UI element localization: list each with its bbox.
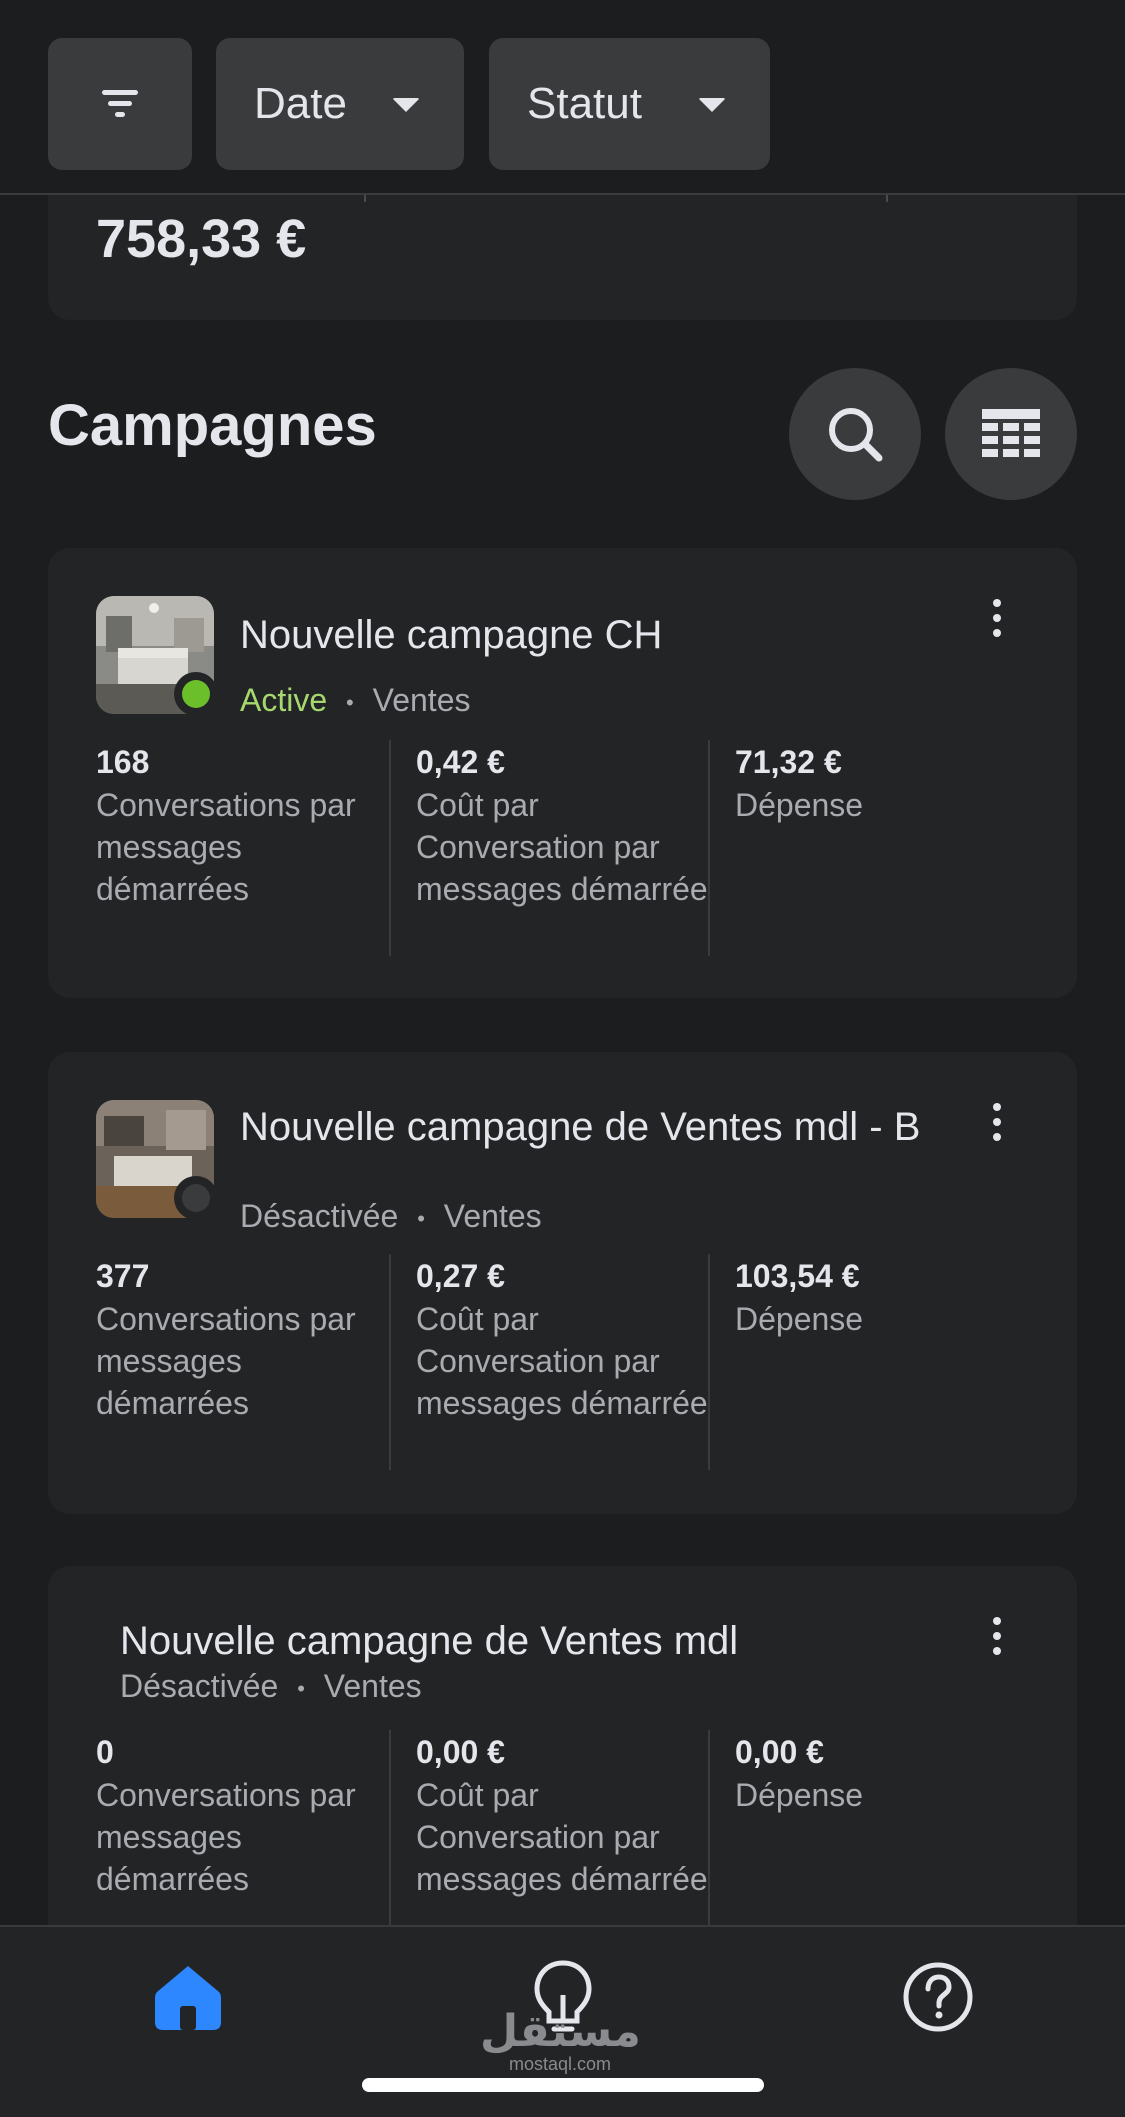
campaign-objective: Ventes xyxy=(372,682,471,718)
campaigns-screen: 758,33 € Date Statut Campagnes Nouvelle … xyxy=(0,0,1125,2117)
more-options-button[interactable] xyxy=(977,1606,1017,1666)
metric-divider xyxy=(708,1254,710,1470)
campaign-title[interactable]: Nouvelle campagne CH xyxy=(240,612,960,658)
more-options-button[interactable] xyxy=(977,1092,1017,1152)
summary-total-value: 758,33 € xyxy=(96,209,307,269)
metric-divider xyxy=(708,1730,710,1946)
campaign-title[interactable]: Nouvelle campagne de Ventes mdl xyxy=(120,1618,840,1664)
campaign-status: Active xyxy=(240,682,328,718)
chevron-down-icon xyxy=(392,98,420,112)
filter-bar: Date Statut xyxy=(0,0,1125,195)
filter-icon xyxy=(102,90,138,117)
separator: • xyxy=(297,1675,305,1701)
help-icon xyxy=(903,1962,973,2032)
date-filter-label: Date xyxy=(254,79,347,128)
separator: • xyxy=(346,689,354,715)
more-options-button[interactable] xyxy=(977,588,1017,648)
table-icon xyxy=(982,409,1040,457)
status-indicator xyxy=(174,672,218,716)
date-filter-dropdown[interactable]: Date xyxy=(216,38,464,170)
metric-cost-per-conversation: 0,00 € Coût par Conversation par message… xyxy=(416,1734,708,1897)
home-indicator[interactable] xyxy=(362,2078,764,2092)
metric-conversations: 0 Conversations par messages démarrées xyxy=(96,1734,356,1897)
status-filter-label: Statut xyxy=(527,79,642,128)
chevron-down-icon xyxy=(698,98,726,112)
search-icon xyxy=(829,408,883,462)
metric-conversations: 168 Conversations par messages démarrées xyxy=(96,744,356,907)
campaign-status: Désactivée xyxy=(240,1198,399,1234)
campaign-status: Désactivée xyxy=(120,1668,279,1704)
metric-spend: 71,32 € Dépense xyxy=(735,744,864,823)
watermark: مستقل mostaql.com xyxy=(480,2006,641,2075)
campaign-objective: Ventes xyxy=(323,1668,422,1704)
separator: • xyxy=(417,1205,425,1231)
metric-cost-per-conversation: 0,27 € Coût par Conversation par message… xyxy=(416,1258,708,1421)
filter-button[interactable] xyxy=(48,38,192,170)
metric-divider xyxy=(389,1730,391,1946)
campaign-objective: Ventes xyxy=(443,1198,542,1234)
watermark-arabic: مستقل xyxy=(480,2006,641,2057)
nav-help-button[interactable] xyxy=(898,1957,978,2037)
table-view-button[interactable] xyxy=(945,368,1077,500)
watermark-latin: mostaql.com xyxy=(508,2054,612,2074)
campaign-card[interactable]: Nouvelle campagne CH Active • Ventes 168… xyxy=(48,548,1077,998)
home-icon xyxy=(155,1966,221,2030)
campaign-subtitle: Désactivée • Ventes xyxy=(240,1198,542,1235)
campaign-card[interactable]: Nouvelle campagne de Ventes mdl - B Désa… xyxy=(48,1052,1077,1514)
section-title: Campagnes xyxy=(48,393,377,458)
metric-cost-per-conversation: 0,42 € Coût par Conversation par message… xyxy=(416,744,708,907)
search-button[interactable] xyxy=(789,368,921,500)
metric-conversations: 377 Conversations par messages démarrées xyxy=(96,1258,356,1421)
campaign-subtitle: Active • Ventes xyxy=(240,682,470,719)
status-filter-dropdown[interactable]: Statut xyxy=(489,38,770,170)
metric-spend: 0,00 € Dépense xyxy=(735,1734,864,1813)
campaign-subtitle: Désactivée • Ventes xyxy=(120,1668,422,1705)
metric-divider xyxy=(708,740,710,956)
nav-home-button[interactable] xyxy=(148,1957,228,2037)
campaign-title[interactable]: Nouvelle campagne de Ventes mdl - B xyxy=(240,1104,960,1150)
status-indicator xyxy=(174,1176,218,1220)
metric-divider xyxy=(389,1254,391,1470)
metric-divider xyxy=(389,740,391,956)
campaign-card[interactable]: Nouvelle campagne de Ventes mdl Désactiv… xyxy=(48,1566,1077,1966)
metric-spend: 103,54 € Dépense xyxy=(735,1258,864,1337)
